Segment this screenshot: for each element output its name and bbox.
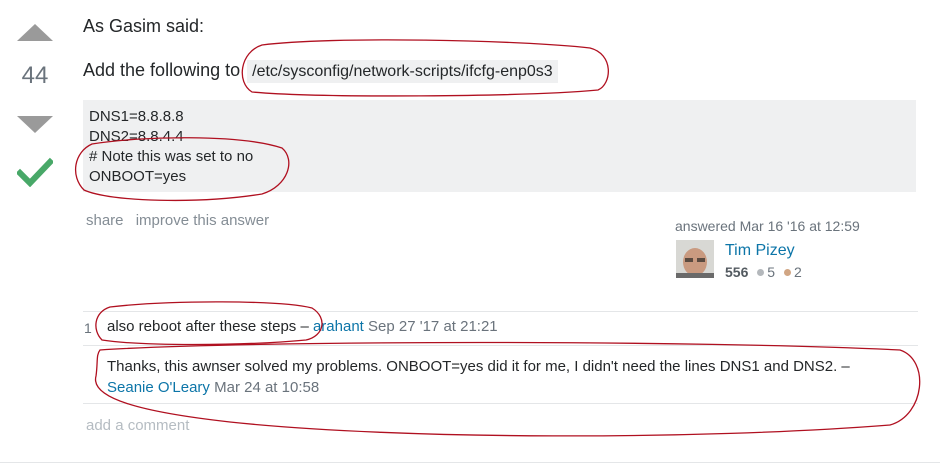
bronze-badge-count: 2: [793, 264, 802, 280]
code-line: DNS1=8.8.8.8: [89, 108, 184, 125]
divider: [83, 403, 918, 404]
avatar[interactable]: [676, 240, 714, 278]
comment-separator: –: [296, 318, 313, 335]
reputation-score: 556: [725, 264, 749, 280]
answer-intro: As Gasim said:: [83, 16, 205, 36]
accepted-check-icon: [17, 157, 53, 187]
divider: [0, 462, 940, 463]
comment-user-link[interactable]: arahant: [313, 318, 364, 335]
downvote-arrow-icon[interactable]: [17, 116, 53, 133]
file-path-code: /etc/sysconfig/network-scripts/ifcfg-enp…: [247, 60, 558, 83]
add-comment-link[interactable]: add a comment: [86, 417, 189, 434]
improve-answer-link[interactable]: improve this answer: [136, 212, 269, 229]
upvote-arrow-icon[interactable]: [17, 24, 53, 41]
answered-timestamp: answered Mar 16 '16 at 12:59: [675, 218, 860, 234]
comment-date: Sep 27 '17 at 21:21: [368, 318, 498, 335]
user-name-link[interactable]: Tim Pizey: [725, 242, 795, 260]
post-menu: share improve this answer: [86, 212, 277, 229]
comment-separator: –: [837, 358, 850, 375]
divider: [83, 311, 918, 312]
bronze-badge-icon: [783, 269, 791, 276]
code-line: # Note this was set to no: [89, 148, 254, 165]
comment: Thanks, this awnser solved my problems. …: [107, 356, 922, 398]
code-line: ONBOOT=yes: [89, 168, 187, 185]
user-reputation: 556 5 2: [725, 264, 802, 280]
comment-text: also reboot after these steps: [107, 318, 297, 335]
silver-badge-icon: [757, 269, 765, 276]
instruction-text: Add the following to: [83, 60, 241, 80]
comment-score: 1: [84, 320, 92, 336]
comment: also reboot after these steps – arahant …: [107, 318, 498, 335]
vote-count: 44: [21, 62, 49, 89]
comment-date: Mar 24 at 10:58: [214, 379, 320, 396]
code-block: DNS1=8.8.8.8 DNS2=8.8.4.4 # Note this wa…: [83, 100, 916, 192]
comment-text: Thanks, this awnser solved my problems. …: [107, 358, 838, 375]
code-line: DNS2=8.8.4.4: [89, 128, 184, 145]
divider: [83, 345, 918, 346]
answer-instruction: Add the following to /etc/sysconfig/netw…: [83, 60, 558, 83]
comment-user-link[interactable]: Seanie O'Leary: [107, 379, 210, 396]
share-link[interactable]: share: [86, 212, 124, 229]
silver-badge-count: 5: [767, 264, 776, 280]
